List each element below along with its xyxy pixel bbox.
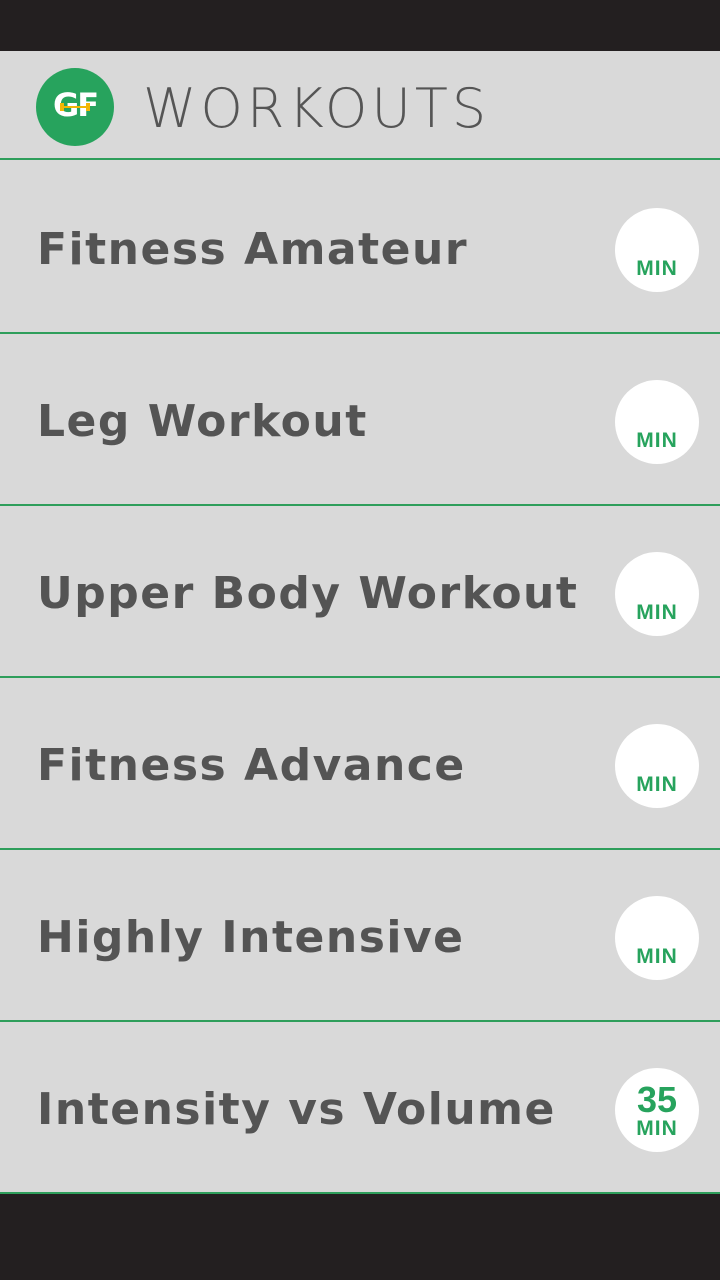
app-header: GF WORKOUTS xyxy=(0,51,720,160)
duration-unit: MIN xyxy=(636,257,678,280)
navigation-bar xyxy=(0,1194,720,1280)
status-bar xyxy=(0,0,720,51)
workout-title: Leg Workout xyxy=(37,396,368,447)
duration-unit: MIN xyxy=(636,429,678,452)
duration-badge: MIN xyxy=(615,380,699,464)
duration-badge: 35 MIN xyxy=(615,1068,699,1152)
app-screen: GF WORKOUTS Fitness Amateur MIN Leg Work… xyxy=(0,51,720,1194)
workout-row[interactable]: Fitness Amateur MIN xyxy=(0,162,720,334)
workout-title: Intensity vs Volume xyxy=(37,1084,556,1135)
duration-unit: MIN xyxy=(636,601,678,624)
duration-unit: MIN xyxy=(636,773,678,796)
workout-list: Fitness Amateur MIN Leg Workout MIN Uppe… xyxy=(0,162,720,1194)
workout-row[interactable]: Highly Intensive MIN xyxy=(0,850,720,1022)
workout-row[interactable]: Intensity vs Volume 35 MIN xyxy=(0,1022,720,1194)
duration-badge: MIN xyxy=(615,724,699,808)
dumbbell-icon xyxy=(60,103,90,111)
duration-badge: MIN xyxy=(615,896,699,980)
page-title: WORKOUTS xyxy=(143,77,491,140)
workout-title: Fitness Advance xyxy=(37,740,466,791)
workout-row[interactable]: Upper Body Workout MIN xyxy=(0,506,720,678)
app-logo: GF xyxy=(36,68,114,146)
workout-row[interactable]: Fitness Advance MIN xyxy=(0,678,720,850)
workout-row[interactable]: Leg Workout MIN xyxy=(0,334,720,506)
workout-title: Fitness Amateur xyxy=(37,224,469,275)
duration-badge: MIN xyxy=(615,552,699,636)
duration-unit: MIN xyxy=(636,945,678,968)
duration-value: 35 xyxy=(636,1079,678,1120)
workout-title: Upper Body Workout xyxy=(37,568,579,619)
duration-unit: MIN xyxy=(636,1117,678,1140)
duration-badge: MIN xyxy=(615,208,699,292)
workout-title: Highly Intensive xyxy=(37,912,465,963)
